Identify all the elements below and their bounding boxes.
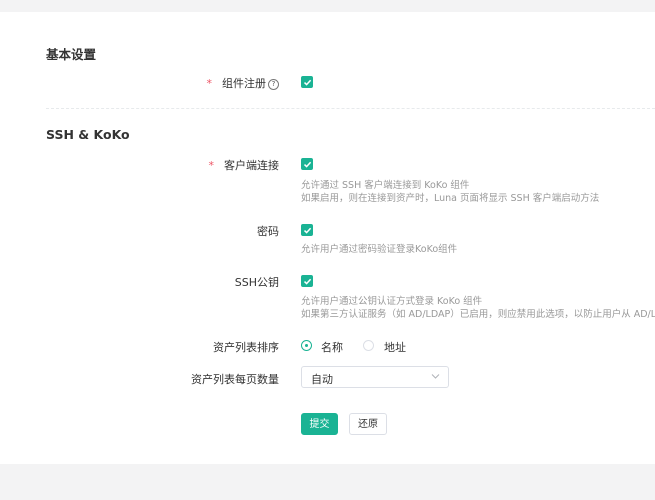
radio-label-address[interactable]: 地址 <box>384 339 406 355</box>
ssh-key-checkbox[interactable] <box>301 275 313 287</box>
reset-button[interactable]: 还原 <box>349 413 387 435</box>
radio-sort-address[interactable] <box>363 340 374 351</box>
section-title-basic: 基本设置 <box>46 47 97 62</box>
check-icon <box>303 161 312 168</box>
question-circle-icon[interactable]: ? <box>268 79 279 90</box>
ssh-key-help: 允许用户通过公钥认证方式登录 KoKo 组件 如果第三方认证服务（如 AD/LD… <box>301 296 655 320</box>
field-label-ssh-key: SSH公钥 <box>234 276 279 289</box>
component-registration-checkbox[interactable] <box>301 76 313 88</box>
field-label-password: 密码 <box>257 225 279 238</box>
field-label-component-registration: * 组件注册? <box>206 75 279 91</box>
field-label-asset-sort: 资产列表排序 <box>213 341 279 354</box>
radio-label-name[interactable]: 名称 <box>321 339 343 355</box>
page-size-select[interactable]: 自动 <box>301 366 449 388</box>
required-mark: * <box>206 77 213 90</box>
client-connect-checkbox[interactable] <box>301 158 313 170</box>
required-mark: * <box>208 159 215 172</box>
check-icon <box>303 278 312 285</box>
field-label-page-size: 资产列表每页数量 <box>191 373 279 386</box>
check-icon <box>303 227 312 234</box>
radio-sort-name[interactable] <box>301 340 312 351</box>
client-connect-help: 允许通过 SSH 客户端连接到 KoKo 组件 如果启用，则在连接到资产时，Lu… <box>301 180 600 204</box>
page-size-value: 自动 <box>311 373 333 386</box>
submit-button[interactable]: 提交 <box>301 413 338 435</box>
field-label-client-connect: * 客户端连接 <box>208 159 280 172</box>
check-icon <box>303 79 312 86</box>
section-title-ssh: SSH & KoKo <box>46 127 130 142</box>
settings-panel: 基本设置 * 组件注册? SSH & KoKo * 客户端连接 允许通过 SSH 客… <box>0 12 655 464</box>
section-divider <box>46 108 655 109</box>
password-checkbox[interactable] <box>301 224 313 236</box>
password-help: 允许用户通过密码验证登录KoKo组件 <box>301 244 458 255</box>
chevron-down-icon <box>431 374 440 379</box>
